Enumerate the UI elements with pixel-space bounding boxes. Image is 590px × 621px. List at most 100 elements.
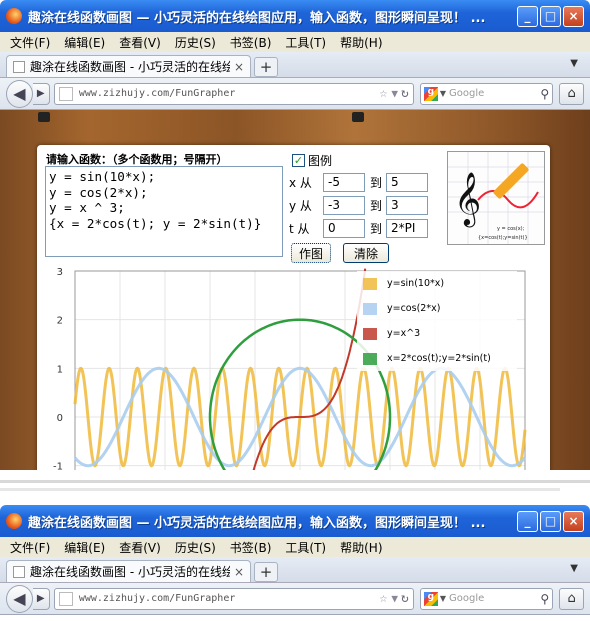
menu-view[interactable]: 查看(V) <box>119 34 161 51</box>
menu-view[interactable]: 查看(V) <box>119 539 161 556</box>
y-to-input[interactable]: 3 <box>386 196 428 215</box>
y-tick-label: 3 <box>57 267 63 278</box>
t-to-input[interactable]: 2*PI <box>386 219 428 238</box>
menu-history[interactable]: 历史(S) <box>175 539 216 556</box>
search-input[interactable]: Google <box>449 88 540 99</box>
forward-button[interactable]: ▶ <box>32 82 50 105</box>
page-content: 请输入函数：（多个函数用；号隔开） y = sin(10*x); y = cos… <box>0 110 590 470</box>
forward-button[interactable]: ▶ <box>32 587 50 610</box>
logo-caption-1: y = cos(x); <box>497 226 525 232</box>
tab-close-icon[interactable]: × <box>234 565 244 579</box>
reload-icon[interactable]: ↻ <box>401 591 409 606</box>
title-bar[interactable]: 趣涂在线函数画图 — 小巧灵活的在线绘图应用，输入函数，图形瞬间呈现！ ... … <box>0 505 590 537</box>
y-tick-label: -1 <box>53 462 63 470</box>
search-icon[interactable]: ⚲ <box>540 592 549 606</box>
menu-edit[interactable]: 编辑(E) <box>64 34 105 51</box>
legend-swatch <box>363 352 377 365</box>
legend-item: y=x^3 <box>357 321 517 346</box>
tab-active[interactable]: 趣涂在线函数画图 - 小巧灵活的在线绘... × <box>6 560 251 582</box>
plot-button[interactable]: 作图 <box>291 243 331 263</box>
menu-bookmarks[interactable]: 书签(B) <box>230 34 272 51</box>
site-identity-icon[interactable] <box>58 591 73 606</box>
tab-bar: 趣涂在线函数画图 - 小巧灵活的在线绘... × + ▼ <box>0 557 590 583</box>
t-from-input[interactable]: 0 <box>323 219 365 238</box>
maximize-button[interactable]: □ <box>540 5 561 27</box>
menu-bar: 文件(F) 编辑(E) 查看(V) 历史(S) 书签(B) 工具(T) 帮助(H… <box>0 32 590 52</box>
menu-help[interactable]: 帮助(H) <box>340 539 382 556</box>
legend-label: y=sin(10*x) <box>387 278 445 289</box>
tab-close-icon[interactable]: × <box>234 60 244 74</box>
legend-item: y=sin(10*x) <box>357 271 517 296</box>
menu-edit[interactable]: 编辑(E) <box>64 539 105 556</box>
close-button[interactable]: × <box>563 510 584 532</box>
clip-decoration <box>352 112 364 122</box>
x-from-input[interactable]: -5 <box>323 173 365 192</box>
maximize-button[interactable]: □ <box>540 510 561 532</box>
google-icon[interactable]: g <box>423 86 438 101</box>
close-button[interactable]: × <box>563 5 584 27</box>
clear-button[interactable]: 清除 <box>343 243 389 263</box>
menu-file[interactable]: 文件(F) <box>10 539 50 556</box>
tab-title: 趣涂在线函数画图 - 小巧灵活的在线绘... <box>30 565 230 579</box>
search-engine-dropdown-icon[interactable]: ▼ <box>440 594 446 603</box>
function-graph[interactable]: 3210-1-2 y=sin(10*x) y=cos(2*x) y=x^3 x=… <box>37 263 550 470</box>
separator-line <box>0 488 560 491</box>
legend-toggle[interactable]: ✓ 图例 <box>292 152 332 169</box>
search-box[interactable]: g ▼ Google ⚲ <box>419 587 554 610</box>
legend-label: y=cos(2*x) <box>387 303 441 314</box>
tab-title: 趣涂在线函数画图 - 小巧灵活的在线绘... <box>30 60 230 74</box>
bookmark-star-icon[interactable]: ☆ <box>380 86 388 101</box>
search-box[interactable]: g ▼ Google ⚲ <box>419 82 554 105</box>
menu-file[interactable]: 文件(F) <box>10 34 50 51</box>
url-bar[interactable]: www.zizhujy.com/FunGrapher ☆ ▼ ↻ <box>53 82 414 105</box>
reload-icon[interactable]: ↻ <box>401 86 409 101</box>
x-to-input[interactable]: 5 <box>386 173 428 192</box>
url-text[interactable]: www.zizhujy.com/FunGrapher <box>79 88 380 99</box>
firefox-icon <box>6 8 22 24</box>
y-tick-label: 2 <box>57 316 63 327</box>
nav-bar: ◀ ▶ www.zizhujy.com/FunGrapher ☆ ▼ ↻ g ▼… <box>0 583 590 615</box>
menu-bookmarks[interactable]: 书签(B) <box>230 539 272 556</box>
firefox-icon <box>6 513 22 529</box>
input-prompt: 请输入函数：（多个函数用；号隔开） <box>46 153 228 166</box>
title-bar[interactable]: 趣涂在线函数画图 — 小巧灵活的在线绘图应用，输入函数，图形瞬间呈现！ ... … <box>0 0 590 32</box>
back-button[interactable]: ◀ <box>6 79 33 108</box>
search-engine-dropdown-icon[interactable]: ▼ <box>440 89 446 98</box>
tab-list-icon[interactable]: ▼ <box>570 58 578 69</box>
url-text[interactable]: www.zizhujy.com/FunGrapher <box>79 593 380 604</box>
menu-tools[interactable]: 工具(T) <box>285 34 326 51</box>
menu-tools[interactable]: 工具(T) <box>285 539 326 556</box>
minimize-button[interactable]: _ <box>517 5 538 27</box>
google-icon[interactable]: g <box>423 591 438 606</box>
url-dropdown-icon[interactable]: ▼ <box>391 87 398 100</box>
page-icon <box>13 565 25 578</box>
legend-swatch <box>363 277 377 290</box>
y-from-input[interactable]: -3 <box>323 196 365 215</box>
search-input[interactable]: Google <box>449 593 540 604</box>
search-icon[interactable]: ⚲ <box>540 87 549 101</box>
y-range-row: y 从 -3 到 3 <box>289 196 428 215</box>
legend-checkbox[interactable]: ✓ <box>292 154 305 167</box>
legend-swatch <box>363 302 377 315</box>
url-dropdown-icon[interactable]: ▼ <box>391 592 398 605</box>
function-input[interactable]: y = sin(10*x); y = cos(2*x); y = x ^ 3; … <box>45 166 283 257</box>
y-tick-label: 0 <box>57 413 63 424</box>
menu-help[interactable]: 帮助(H) <box>340 34 382 51</box>
tab-bar: 趣涂在线函数画图 - 小巧灵活的在线绘... × + ▼ <box>0 52 590 78</box>
minimize-button[interactable]: _ <box>517 510 538 532</box>
menu-history[interactable]: 历史(S) <box>175 34 216 51</box>
legend-item: x=2*cos(t);y=2*sin(t) <box>357 346 517 371</box>
new-tab-button[interactable]: + <box>254 57 278 77</box>
bookmark-star-icon[interactable]: ☆ <box>380 591 388 606</box>
browser-window-duplicate: 趣涂在线函数画图 — 小巧灵活的在线绘图应用，输入函数，图形瞬间呈现！ ... … <box>0 505 590 621</box>
tab-active[interactable]: 趣涂在线函数画图 - 小巧灵活的在线绘... × <box>6 55 251 77</box>
back-button[interactable]: ◀ <box>6 584 33 613</box>
home-button[interactable]: ⌂ <box>559 82 584 105</box>
tab-list-icon[interactable]: ▼ <box>570 563 578 574</box>
site-identity-icon[interactable] <box>58 86 73 101</box>
home-button[interactable]: ⌂ <box>559 587 584 610</box>
logo-caption-2: {x=cos(t);y=sin(t)} <box>478 235 528 241</box>
x-to-label: 到 <box>369 176 382 190</box>
url-bar[interactable]: www.zizhujy.com/FunGrapher ☆ ▼ ↻ <box>53 587 414 610</box>
new-tab-button[interactable]: + <box>254 562 278 582</box>
